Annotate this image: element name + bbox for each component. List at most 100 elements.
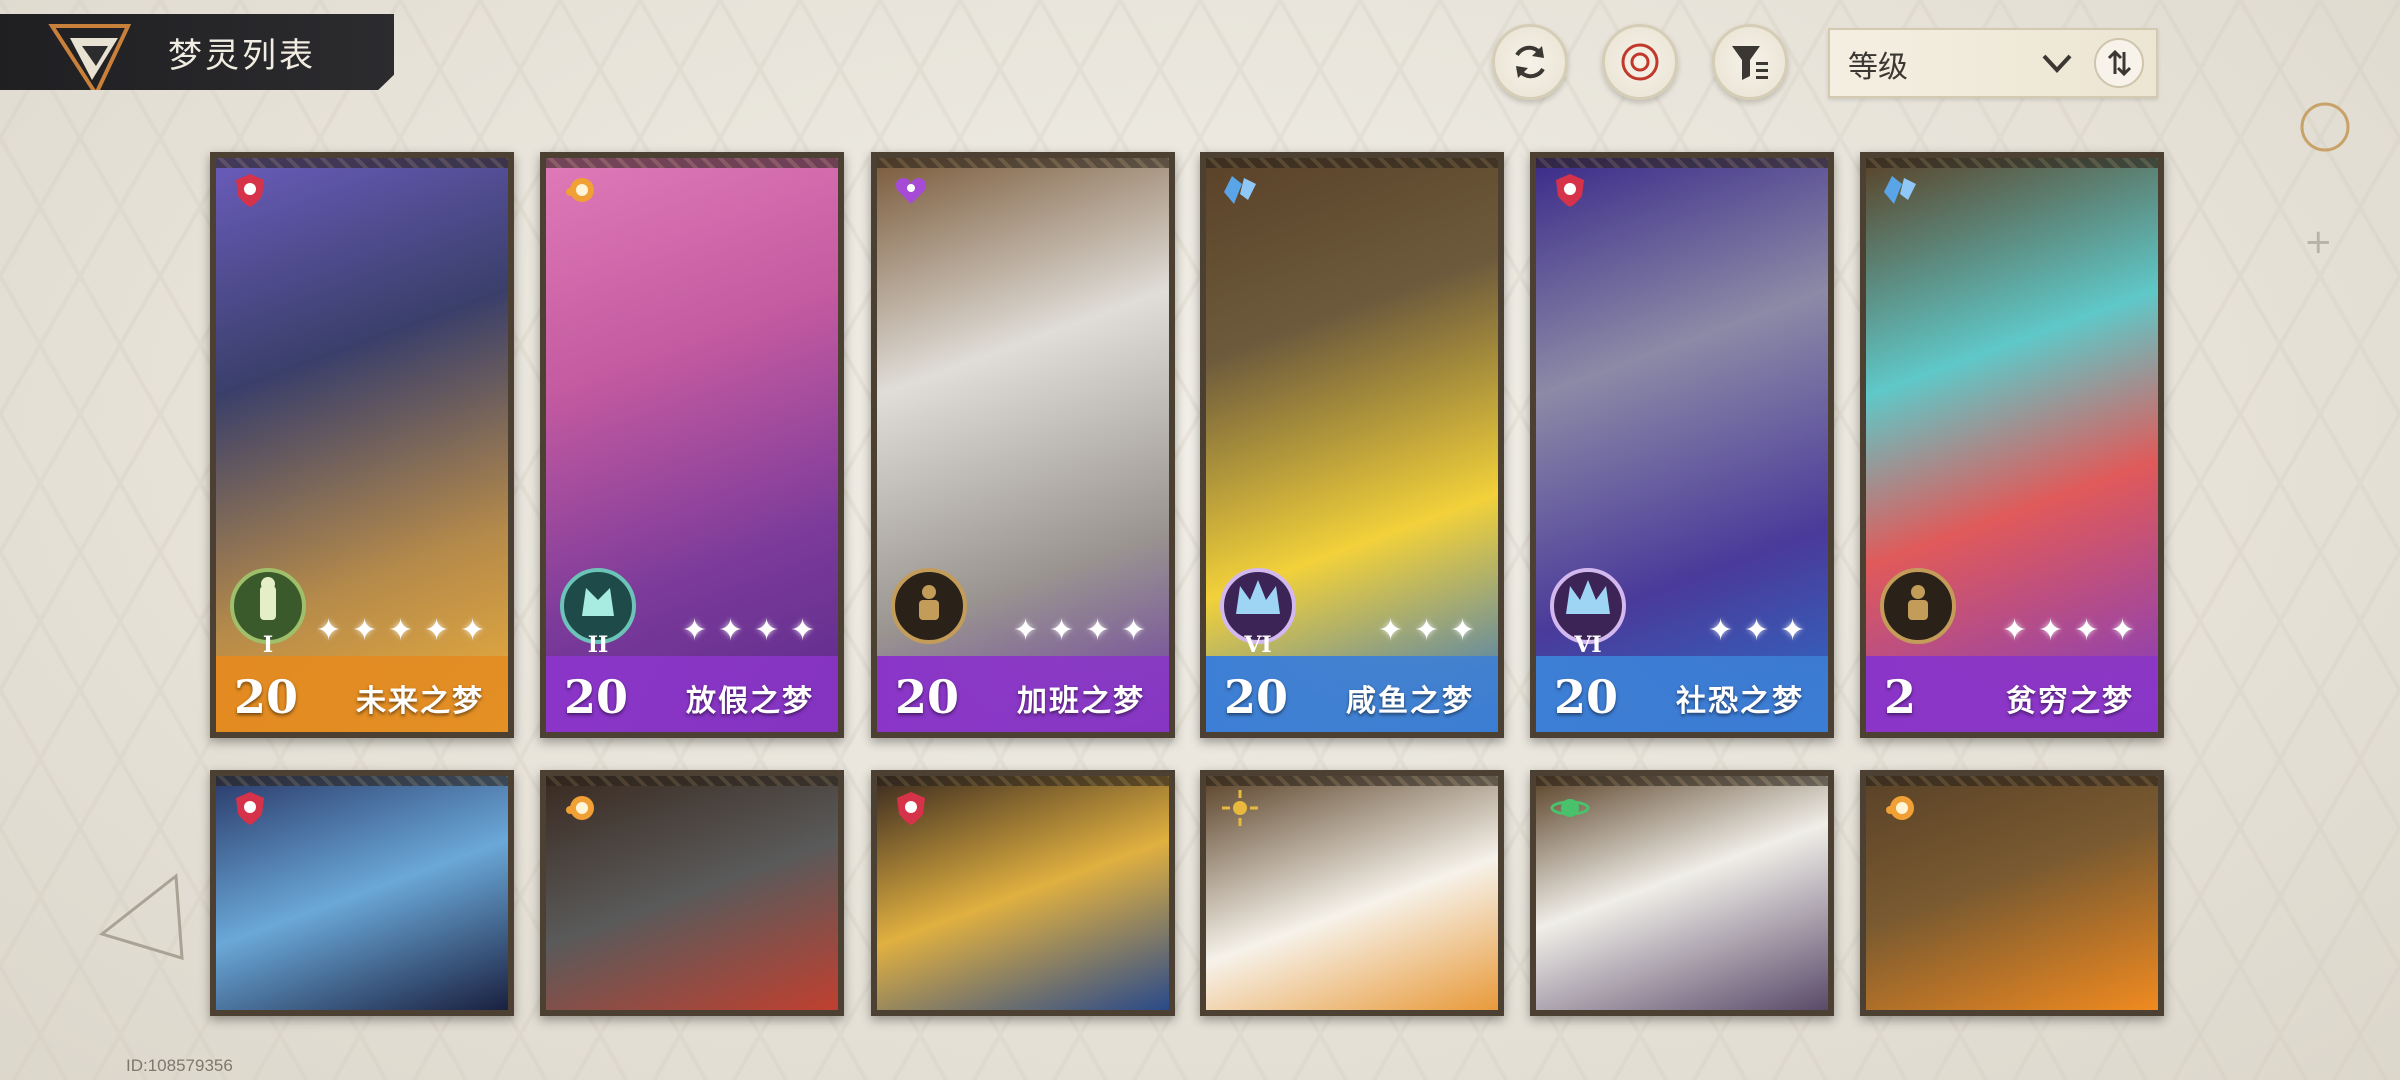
star-icon: ✦ (718, 613, 744, 648)
star-rating: ✦ ✦ ✦ (1378, 616, 1480, 646)
card-frame-trim (877, 776, 1169, 786)
character-name: 放假之梦 (686, 684, 814, 719)
card-frame-trim (1536, 158, 1828, 168)
star-rating: ✦ ✦ ✦ ✦ (1013, 616, 1151, 646)
target-icon (1621, 43, 1659, 81)
character-card[interactable] (1200, 770, 1504, 1016)
star-icon: ✦ (424, 613, 450, 648)
character-name: 社恐之梦 (1676, 684, 1804, 719)
refresh-button[interactable] (1492, 24, 1568, 100)
star-icon: ✦ (316, 613, 342, 648)
character-level: 20 (564, 670, 629, 724)
sort-label[interactable]: 等级 (1848, 42, 1908, 86)
rank-label: I (263, 632, 273, 658)
star-icon: ✦ (1744, 613, 1770, 648)
character-name: 咸鱼之梦 (1346, 684, 1474, 719)
character-name: 贫穷之梦 (2006, 684, 2134, 719)
card-frame-trim (1866, 776, 2158, 786)
card-frame-trim (546, 776, 838, 786)
character-card[interactable] (1530, 770, 1834, 1016)
red-shield-icon (236, 174, 264, 207)
character-name: 未来之梦 (356, 684, 484, 719)
character-card[interactable]: VI ✦ ✦ ✦ 20 咸鱼之梦 (1200, 152, 1504, 738)
card-frame-trim (1206, 776, 1498, 786)
card-frame-trim (1536, 776, 1828, 786)
red-shield-icon (1556, 174, 1584, 207)
character-level: 20 (234, 670, 299, 724)
rank-badge: II (560, 568, 636, 658)
star-icon: ✦ (2038, 613, 2064, 648)
filter-button[interactable] (1712, 24, 1788, 100)
gold-sun-icon (1222, 790, 1258, 826)
page-title-plate: 梦灵列表 (0, 14, 394, 90)
card-frame-trim (216, 776, 508, 786)
star-icon: ✦ (1414, 613, 1440, 648)
rank-badge (1880, 568, 1956, 644)
red-shield-icon (897, 792, 925, 825)
character-card[interactable]: ✦ ✦ ✦ ✦ 20 加班之梦 (871, 152, 1175, 738)
star-icon: ✦ (1780, 613, 1806, 648)
star-icon: ✦ (1085, 613, 1111, 648)
star-icon: ✦ (1378, 613, 1404, 648)
star-icon: ✦ (352, 613, 378, 648)
star-icon: ✦ (1450, 613, 1476, 648)
orange-orb-icon (1886, 796, 1914, 820)
orange-orb-icon (566, 796, 594, 820)
logo-icon (48, 24, 132, 90)
red-shield-icon (236, 792, 264, 825)
decorative-plus: + (2304, 222, 2333, 262)
card-frame-trim (1206, 158, 1498, 168)
star-icon: ✦ (2110, 613, 2136, 648)
character-card[interactable] (1860, 770, 2164, 1016)
card-frame-trim (1866, 158, 2158, 168)
filter-icon (1732, 46, 1768, 80)
decorative-triangle (98, 873, 184, 961)
character-level: 20 (1224, 670, 1289, 724)
green-planet-icon (1550, 799, 1590, 817)
orange-orb-icon (566, 178, 594, 202)
star-rating: ✦ ✦ ✦ ✦ (2002, 616, 2140, 646)
rank-label: II (588, 632, 609, 658)
star-icon: ✦ (388, 613, 414, 648)
page-title: 梦灵列表 (168, 36, 316, 76)
star-rating: ✦ ✦ ✦ ✦ ✦ (316, 616, 490, 646)
star-icon: ✦ (754, 613, 780, 648)
star-icon: ✦ (1121, 613, 1147, 648)
chevron-down-icon[interactable] (2040, 48, 2074, 78)
star-icon: ✦ (790, 613, 816, 648)
card-frame-trim (216, 158, 508, 168)
sort-dropdown[interactable]: 等级 (1828, 28, 2158, 98)
blue-crystal-icon (1884, 176, 1916, 204)
rank-label: VI (1243, 632, 1271, 658)
target-button[interactable] (1602, 24, 1678, 100)
rank-badge: I (230, 568, 306, 658)
character-card[interactable]: ✦ ✦ ✦ ✦ 2 贫穷之梦 (1860, 152, 2164, 738)
character-name: 加班之梦 (1017, 684, 1145, 719)
rank-badge: VI (1550, 568, 1626, 658)
star-icon: ✦ (2002, 613, 2028, 648)
star-icon: ✦ (1013, 613, 1039, 648)
star-icon: ✦ (1708, 613, 1734, 648)
character-card[interactable]: II ✦ ✦ ✦ ✦ 20 放假之梦 (540, 152, 844, 738)
character-card[interactable] (210, 770, 514, 1016)
star-rating: ✦ ✦ ✦ (1708, 616, 1810, 646)
star-icon: ✦ (682, 613, 708, 648)
card-frame-trim (877, 158, 1169, 168)
character-level: 20 (895, 670, 960, 724)
character-card[interactable] (540, 770, 844, 1016)
character-card[interactable] (871, 770, 1175, 1016)
character-card[interactable]: I ✦ ✦ ✦ ✦ ✦ 20 未来之梦 (210, 152, 514, 738)
star-icon: ✦ (1049, 613, 1075, 648)
purple-heart-icon (895, 178, 927, 204)
refresh-icon (1515, 45, 1545, 79)
rank-badge (891, 568, 967, 644)
sort-order-button[interactable] (2094, 38, 2144, 88)
rank-label: VI (1573, 632, 1601, 658)
rank-badge: VI (1220, 568, 1296, 658)
card-frame-trim (546, 158, 838, 168)
star-rating: ✦ ✦ ✦ ✦ (682, 616, 820, 646)
sort-order-icon (2107, 49, 2132, 77)
character-card[interactable]: VI ✦ ✦ ✦ 20 社恐之梦 (1530, 152, 1834, 738)
decorative-circle (2300, 102, 2350, 152)
user-id: ID:108579356 (126, 1056, 233, 1075)
